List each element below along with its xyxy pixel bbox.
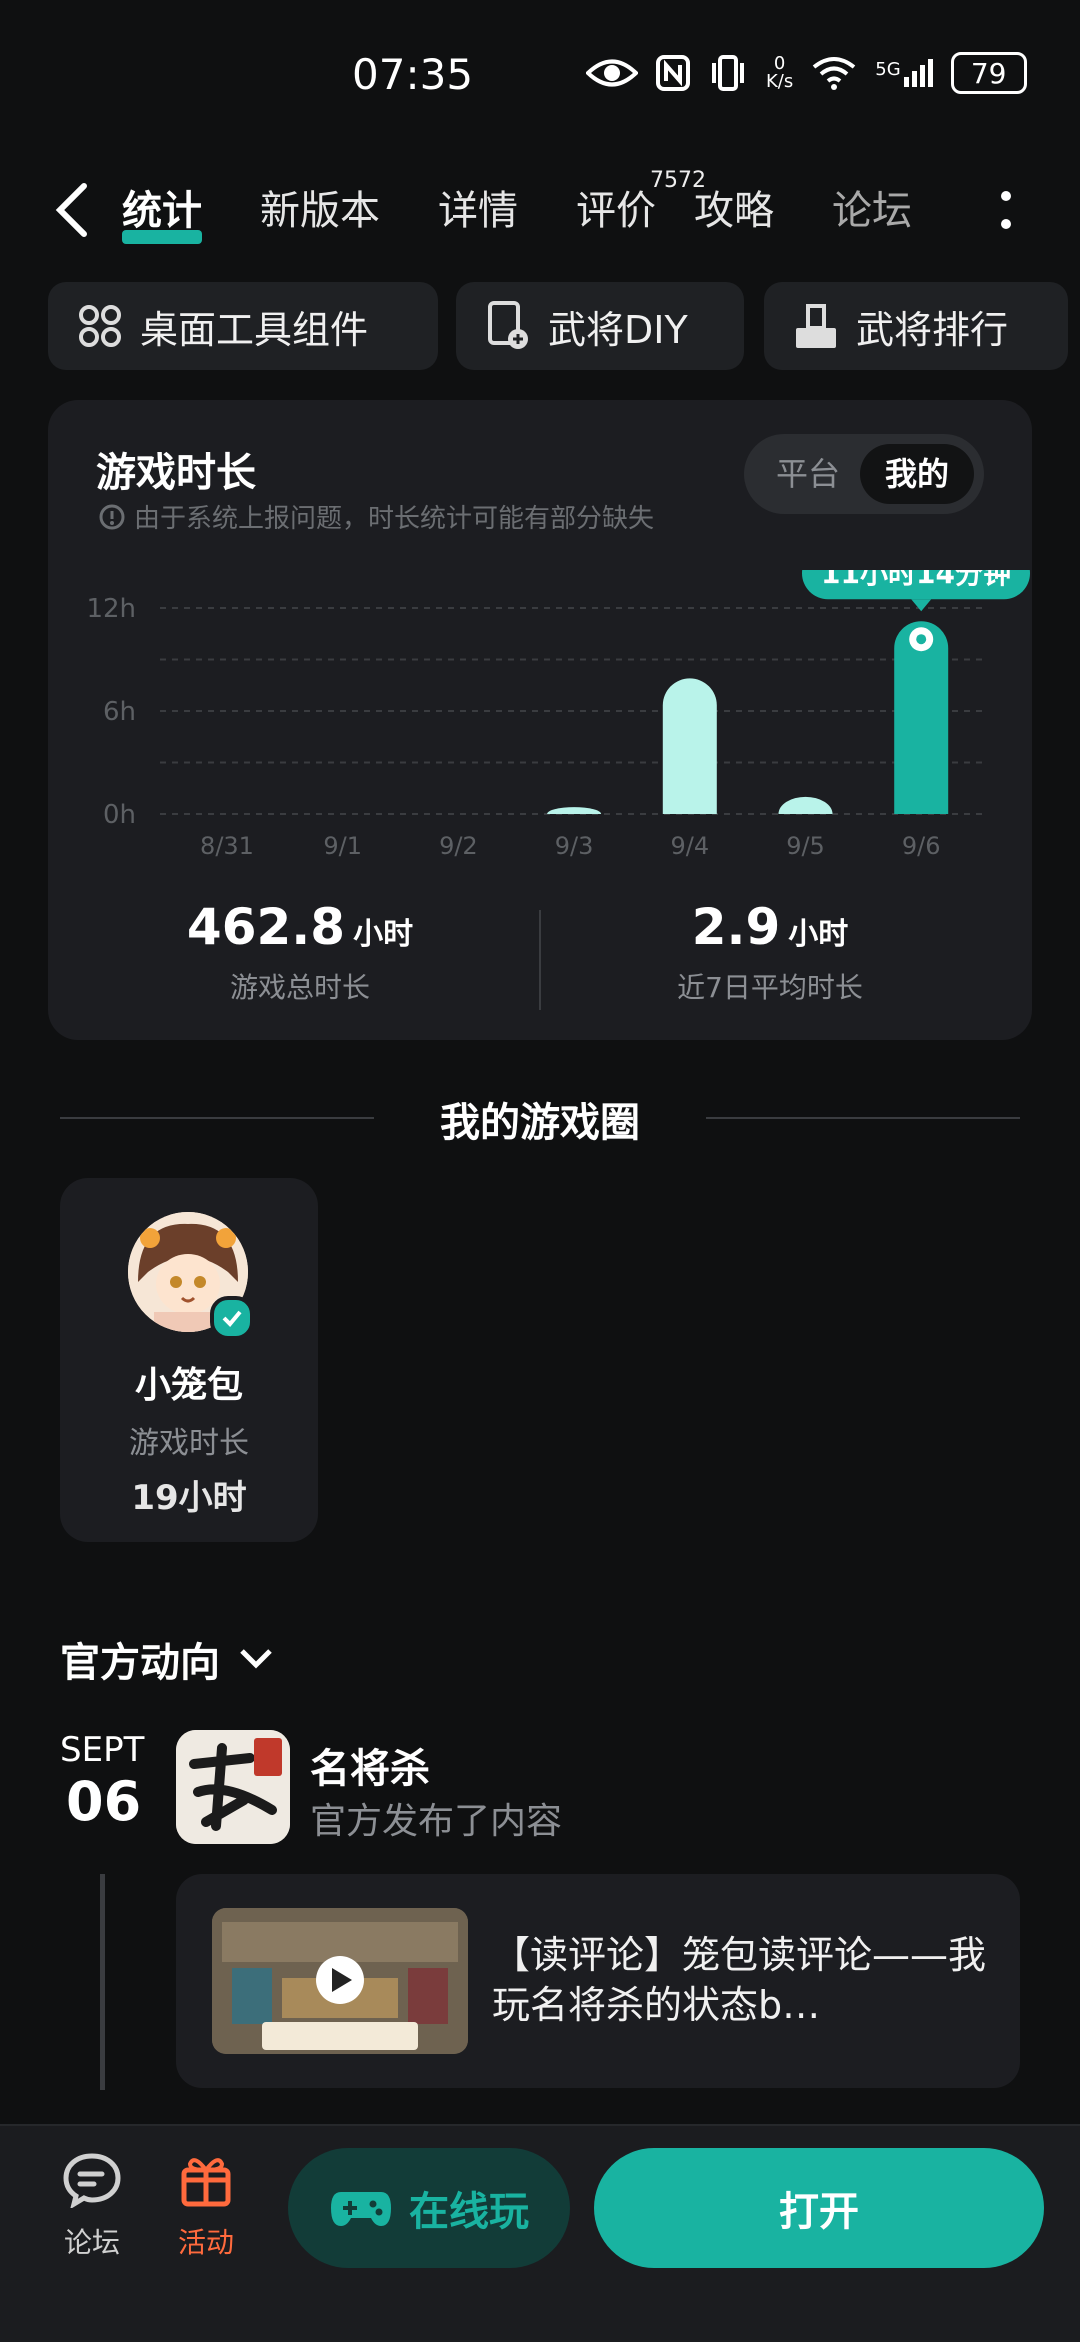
tab-reviews[interactable]: 评价 7572 bbox=[576, 168, 706, 236]
x-tick-label: 9/3 bbox=[555, 832, 594, 860]
tab-bar: 统计 新版本 详情 评价 7572 攻略 论坛 bbox=[122, 168, 912, 244]
status-time: 07:35 bbox=[352, 50, 474, 99]
tool-label: 桌面工具组件 bbox=[140, 307, 369, 352]
tooltip-text: 11小时14分钟 bbox=[821, 570, 1011, 590]
vibrate-icon bbox=[712, 55, 744, 91]
game-subtitle: 官方发布了内容 bbox=[310, 1801, 563, 1842]
gamepad-icon bbox=[331, 2192, 391, 2226]
tab-guides[interactable]: 攻略 bbox=[694, 178, 774, 236]
toggle-platform[interactable]: 平台 bbox=[758, 444, 858, 504]
cell-signal: 5G bbox=[875, 59, 933, 87]
tooltip-pointer bbox=[911, 599, 932, 612]
official-updates-title: 官方动向 bbox=[60, 1640, 220, 1686]
playtime-note: 由于系统上报问题，时长统计可能有部分缺失 bbox=[98, 498, 654, 535]
chart-bar bbox=[547, 807, 602, 814]
battery-level: 79 bbox=[970, 56, 1007, 90]
tool-general-diy[interactable]: 武将DIY bbox=[456, 282, 744, 370]
play-online-button[interactable]: 在线玩 bbox=[288, 2148, 570, 2268]
scope-toggle: 平台 我的 bbox=[744, 434, 984, 514]
total-playtime-unit: 小时 bbox=[353, 917, 414, 952]
activity-label: 活动 bbox=[177, 2226, 234, 2259]
cell-signal-label: 5G bbox=[875, 59, 901, 80]
avg-playtime: 2.9 小时 近7日平均时长 bbox=[590, 898, 950, 1006]
signal-bar-icon bbox=[903, 77, 909, 87]
more-menu-icon[interactable] bbox=[1000, 190, 1012, 230]
tool-label: 武将排行 bbox=[856, 307, 1009, 352]
net-speed: 0 K/s bbox=[766, 55, 793, 91]
y-tick-label: 0h bbox=[103, 800, 136, 830]
avg-playtime-value: 2.9 bbox=[691, 898, 781, 956]
tool-desktop-widgets[interactable]: 桌面工具组件 bbox=[48, 282, 438, 370]
back-arrow-icon[interactable] bbox=[50, 180, 96, 240]
game-circle-title: 我的游戏圈 bbox=[440, 1100, 640, 1146]
x-tick-label: 9/6 bbox=[902, 832, 941, 860]
forum-icon bbox=[63, 2153, 121, 2210]
x-tick-label: 9/5 bbox=[786, 832, 825, 860]
video-thumbnail[interactable] bbox=[212, 1908, 468, 2054]
play-online-label: 在线玩 bbox=[409, 2189, 529, 2235]
x-tick-label: 9/1 bbox=[323, 832, 362, 860]
playtime-chart: 0h 6h 12h 8/31 9/1 9/2 9/3 9/4 9/5 9/6 11小时14分钟 bbox=[86, 570, 1030, 860]
friend-playtime-label: 游戏时长 bbox=[129, 1426, 249, 1461]
y-tick-label: 6h bbox=[103, 697, 136, 727]
tab-forum[interactable]: 论坛 bbox=[832, 178, 912, 236]
highlight-point-inner bbox=[916, 634, 927, 645]
toggle-mine[interactable]: 我的 bbox=[860, 444, 974, 504]
tab-details[interactable]: 详情 bbox=[438, 178, 518, 236]
date-day: 06 bbox=[66, 1770, 142, 1833]
chevron-down-icon bbox=[240, 1649, 272, 1669]
official-updates-header[interactable]: 官方动向 bbox=[60, 1630, 274, 1688]
podium-icon bbox=[796, 304, 836, 348]
x-tick-label: 9/2 bbox=[439, 832, 478, 860]
summary-divider bbox=[539, 910, 541, 1010]
total-playtime-value: 462.8 bbox=[186, 898, 346, 956]
game-icon[interactable] bbox=[176, 1730, 290, 1844]
open-button[interactable]: 打开 bbox=[594, 2148, 1044, 2268]
activity-button[interactable]: 活动 bbox=[156, 2152, 256, 2261]
tool-general-ranking[interactable]: 武将排行 bbox=[764, 282, 1068, 370]
date-month: SEPT bbox=[60, 1730, 145, 1770]
card-add-icon bbox=[488, 301, 528, 349]
wifi-icon bbox=[813, 57, 856, 90]
tab-reviews-label: 评价 bbox=[576, 188, 656, 234]
eye-icon bbox=[586, 59, 638, 87]
post-title: 【读评论】笼包读评论——我玩名将杀的状态b… bbox=[492, 1933, 987, 2027]
tab-stats[interactable]: 统计 bbox=[122, 178, 202, 244]
total-playtime: 462.8 小时 游戏总时长 bbox=[120, 898, 480, 1006]
y-tick-label: 12h bbox=[86, 594, 136, 624]
chart-bar bbox=[662, 678, 717, 814]
chart-bar bbox=[778, 796, 833, 814]
avg-playtime-label: 近7日平均时长 bbox=[677, 971, 863, 1004]
grid-icon bbox=[79, 305, 121, 347]
tab-new-version[interactable]: 新版本 bbox=[260, 178, 380, 236]
x-tick-label: 9/4 bbox=[670, 832, 709, 860]
status-icons: 0 K/s 5G 79 bbox=[586, 52, 1027, 94]
friend-name: 小笼包 bbox=[134, 1365, 243, 1406]
forum-button[interactable]: 论坛 bbox=[42, 2152, 142, 2261]
signal-bar-icon bbox=[927, 59, 933, 87]
gift-icon bbox=[181, 2158, 231, 2207]
battery-icon: 79 bbox=[950, 52, 1027, 94]
info-icon bbox=[99, 504, 125, 529]
friend-playtime-value: 19小时 bbox=[131, 1478, 247, 1518]
signal-bar-icon bbox=[919, 65, 925, 87]
nfc-icon bbox=[656, 55, 690, 91]
timeline-line bbox=[100, 1874, 105, 2090]
total-playtime-label: 游戏总时长 bbox=[229, 971, 370, 1004]
signal-bar-icon bbox=[911, 71, 917, 87]
avg-playtime-unit: 小时 bbox=[788, 917, 849, 952]
tool-label: 武将DIY bbox=[548, 307, 688, 352]
playtime-note-text: 由于系统上报问题，时长统计可能有部分缺失 bbox=[134, 504, 655, 534]
x-tick-label: 8/31 bbox=[200, 832, 254, 860]
verified-badge-icon bbox=[210, 1296, 254, 1340]
net-speed-unit: K/s bbox=[766, 71, 794, 92]
forum-label: 论坛 bbox=[63, 2226, 120, 2259]
game-name: 名将杀 bbox=[310, 1746, 430, 1792]
playtime-title: 游戏时长 bbox=[96, 450, 256, 496]
